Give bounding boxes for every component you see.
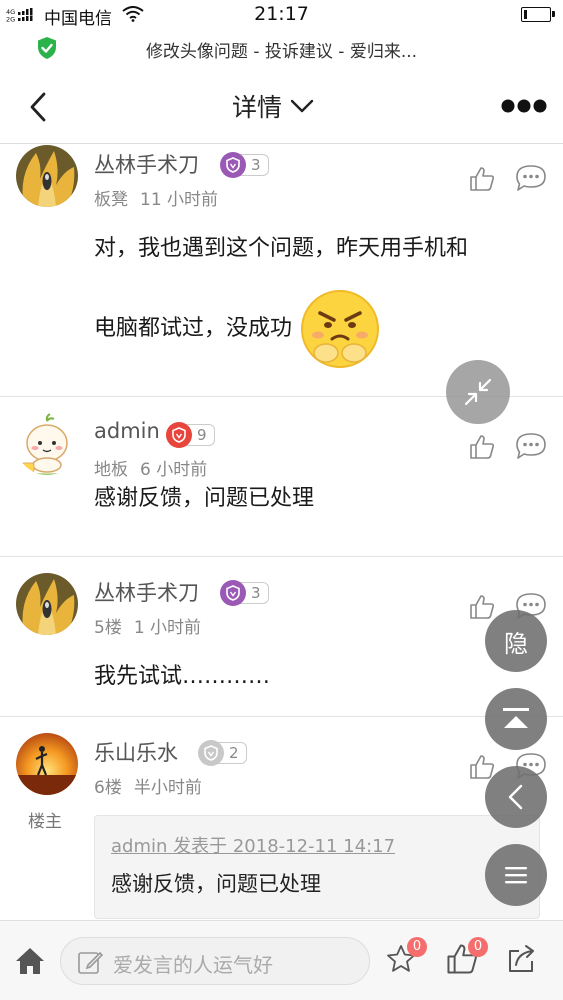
post-meta: 地板 6 小时前 xyxy=(94,455,207,480)
favorite-button[interactable]: 0 xyxy=(385,937,427,975)
chevron-down-icon xyxy=(290,99,314,113)
avatar-image xyxy=(16,733,78,795)
browser-title-bar[interactable]: 修改头像问题 - 投诉建议 - 爱归来... xyxy=(0,30,563,68)
thumbs-up-icon[interactable] xyxy=(469,754,495,780)
battery-level xyxy=(524,10,527,19)
comment-input-placeholder: 爱发言的人运气好 xyxy=(113,953,273,977)
author-name[interactable]: 丛林手术刀 xyxy=(94,577,199,607)
content-line: 电脑都试过，没成功 xyxy=(94,287,533,371)
menu-button[interactable] xyxy=(485,844,547,906)
avatar[interactable] xyxy=(16,733,78,795)
top-nav: 详情 xyxy=(0,68,563,144)
floor-label: 板凳 xyxy=(94,190,128,210)
post-meta: 5楼 1 小时前 xyxy=(94,613,201,638)
floor-label: 5楼 xyxy=(94,618,122,638)
more-icon[interactable] xyxy=(501,98,547,114)
comment-icon[interactable] xyxy=(515,164,547,192)
clock: 21:17 xyxy=(254,3,309,25)
avatar-image xyxy=(16,413,78,475)
content-line: 对，我也遇到这个问题，昨天用手机和 xyxy=(94,236,469,261)
angry-emoji-icon xyxy=(301,290,380,368)
back-arrow-icon[interactable] xyxy=(22,90,56,124)
status-bar: 4G 2G 中国电信 21:17 xyxy=(0,0,563,30)
thumbs-up-icon[interactable] xyxy=(469,434,495,460)
post-content: 我先试试………… xyxy=(94,664,271,689)
floor-label: 地板 xyxy=(94,460,128,480)
level-badge: 3 xyxy=(220,152,269,178)
thumbs-up-icon[interactable] xyxy=(469,594,495,620)
level-badge: 9 xyxy=(166,422,215,448)
bottom-toolbar: 爱发言的人运气好 0 0 xyxy=(0,920,563,1000)
content-line-text: 电脑都试过，没成功 xyxy=(94,316,293,341)
author-name[interactable]: admin xyxy=(94,419,160,443)
author-name[interactable]: 乐山乐水 xyxy=(94,737,178,767)
avatar[interactable] xyxy=(16,413,78,475)
post-content: 对，我也遇到这个问题，昨天用手机和 电脑都试过，没成功 xyxy=(94,211,533,371)
back-button[interactable] xyxy=(485,766,547,828)
floor-label: 6楼 xyxy=(94,778,122,798)
post-meta: 板凳 11 小时前 xyxy=(94,185,218,210)
owner-tag: 楼主 xyxy=(28,812,62,832)
collapse-arrows-icon xyxy=(464,378,492,406)
level-badge: 3 xyxy=(220,580,269,606)
post-time: 11 小时前 xyxy=(140,190,219,210)
avatar[interactable] xyxy=(16,573,78,635)
hide-button[interactable]: 隐 xyxy=(485,610,547,672)
chevron-left-icon xyxy=(508,784,523,810)
thumbs-up-icon[interactable] xyxy=(469,166,495,192)
hamburger-icon xyxy=(505,867,527,884)
favorite-count-badge: 0 xyxy=(407,937,427,957)
avatar-image xyxy=(16,573,78,635)
page-url-title: 修改头像问题 - 投诉建议 - 爱归来... xyxy=(145,42,418,62)
post-item: 丛林手术刀 3 5楼 1 小时前 我先试试………… xyxy=(0,557,563,717)
like-button[interactable]: 0 xyxy=(446,937,488,975)
page-title: 详情 xyxy=(232,93,283,122)
quoted-reply: admin 发表于 2018-12-11 14:17 感谢反馈，问题已处理 xyxy=(94,815,540,919)
shield-icon xyxy=(220,580,246,606)
level-badge: 2 xyxy=(198,740,247,766)
post-time: 半小时前 xyxy=(133,778,202,798)
author-name[interactable]: 丛林手术刀 xyxy=(94,149,199,179)
shield-icon xyxy=(220,152,246,178)
post-time: 6 小时前 xyxy=(140,460,208,480)
share-icon[interactable] xyxy=(506,943,538,975)
post-item: 乐山乐水 2 6楼 半小时前 楼主 admin 发表于 2018-12-11 14… xyxy=(0,717,563,927)
home-icon[interactable] xyxy=(14,945,46,977)
comment-input[interactable]: 爱发言的人运气好 xyxy=(60,937,370,985)
scroll-top-button[interactable] xyxy=(485,688,547,750)
like-count-badge: 0 xyxy=(468,937,488,957)
to-top-icon xyxy=(503,708,529,728)
title-dropdown[interactable]: 详情 xyxy=(232,88,314,124)
post-meta: 6楼 半小时前 xyxy=(94,773,202,798)
hide-button-label: 隐 xyxy=(504,629,528,658)
battery-icon xyxy=(521,7,555,22)
avatar-image xyxy=(16,145,78,207)
comment-icon[interactable] xyxy=(515,432,547,460)
edit-icon xyxy=(78,951,103,974)
shield-icon xyxy=(166,422,192,448)
shield-icon xyxy=(198,740,224,766)
quote-text: 感谢反馈，问题已处理 xyxy=(111,872,321,896)
quote-author-link[interactable]: admin 发表于 2018-12-11 14:17 xyxy=(111,832,395,858)
post-content: 感谢反馈，问题已处理 xyxy=(94,486,315,511)
collapse-button[interactable] xyxy=(446,360,510,424)
avatar[interactable] xyxy=(16,145,78,207)
post-time: 1 小时前 xyxy=(133,618,202,638)
